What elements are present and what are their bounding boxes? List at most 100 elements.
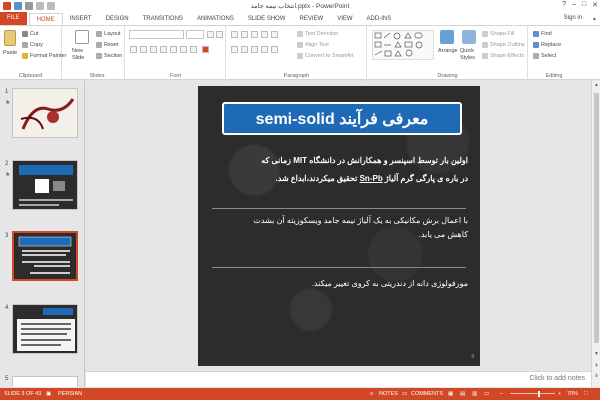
- shape-outline-button[interactable]: Shape Outline: [482, 42, 525, 48]
- shadow-icon[interactable]: [160, 46, 167, 53]
- align-right-icon[interactable]: [251, 46, 258, 53]
- close-icon[interactable]: ✕: [592, 1, 598, 9]
- shapes-gallery[interactable]: [372, 30, 434, 60]
- tab-review[interactable]: REVIEW: [293, 13, 331, 25]
- scroll-down-icon[interactable]: ▼: [593, 351, 600, 358]
- align-left-icon[interactable]: [231, 46, 238, 53]
- paste-button[interactable]: Paste: [3, 50, 17, 56]
- tab-file[interactable]: FILE: [0, 12, 27, 25]
- numbering-icon[interactable]: [241, 31, 248, 38]
- zoom-out-icon[interactable]: –: [500, 391, 503, 397]
- slide-thumbnail-selected[interactable]: [12, 231, 78, 281]
- italic-icon[interactable]: [140, 46, 147, 53]
- transition-star-icon: ★: [5, 172, 11, 178]
- proofing-icon[interactable]: ▣: [46, 391, 51, 397]
- find-button[interactable]: Find: [533, 31, 552, 37]
- cut-button[interactable]: Cut: [22, 31, 39, 37]
- new-slide-icon[interactable]: [75, 30, 89, 44]
- spacing-icon[interactable]: [180, 46, 187, 53]
- bold-icon[interactable]: [130, 46, 137, 53]
- tab-design[interactable]: DESIGN: [99, 13, 136, 25]
- tab-slide-show[interactable]: SLIDE SHOW: [241, 13, 293, 25]
- quick-styles-button[interactable]: Quick Styles: [460, 48, 480, 62]
- shape-fill-button[interactable]: Shape Fill: [482, 31, 514, 37]
- notes-pane[interactable]: Click to add notes: [86, 371, 591, 387]
- help-icon[interactable]: ?: [562, 1, 566, 9]
- change-case-icon[interactable]: [190, 46, 197, 53]
- replace-button[interactable]: Replace: [533, 42, 561, 48]
- vertical-scrollbar[interactable]: ▲ ▼ ⇞ ⇟: [591, 81, 600, 387]
- columns-icon[interactable]: [271, 46, 278, 53]
- bullets-icon[interactable]: [231, 31, 238, 38]
- grow-font-icon[interactable]: [207, 31, 214, 38]
- scroll-thumb[interactable]: [594, 93, 599, 343]
- increase-indent-icon[interactable]: [261, 31, 268, 38]
- ribbon-collapse-icon[interactable]: ▴: [593, 15, 596, 22]
- bullet-2-line-1[interactable]: با اعمال برش مکانیکی به یک آلیاژ نیمه جا…: [253, 214, 468, 228]
- font-size-field[interactable]: [186, 30, 204, 39]
- arrange-icon[interactable]: [440, 30, 454, 44]
- bullet-1-line-2[interactable]: در باره ی پارگی گرم آلیاژ Sn-Pb تحقیق می…: [276, 172, 468, 186]
- arrange-button[interactable]: Arrange: [438, 48, 458, 54]
- reading-view-icon[interactable]: ▥: [472, 391, 477, 397]
- paste-icon[interactable]: [4, 30, 16, 46]
- current-slide[interactable]: معرفی فرآیند semi-solid اولین بار توسط ا…: [198, 86, 480, 366]
- slide-thumbnail[interactable]: [12, 304, 78, 354]
- scroll-up-icon[interactable]: ▲: [593, 82, 600, 89]
- align-text-button[interactable]: Align Text: [297, 42, 329, 48]
- normal-view-icon[interactable]: ▦: [448, 391, 453, 397]
- copy-button[interactable]: Copy: [22, 42, 43, 48]
- decrease-indent-icon[interactable]: [251, 31, 258, 38]
- slide-title[interactable]: معرفی فرآیند semi-solid: [222, 102, 462, 135]
- notes-placeholder[interactable]: Click to add notes: [529, 375, 585, 382]
- slide-thumbnail[interactable]: [12, 376, 78, 387]
- reset-button[interactable]: Reset: [96, 42, 118, 48]
- tab-add-ins[interactable]: ADD-INS: [360, 13, 399, 25]
- font-color-icon[interactable]: [202, 46, 209, 53]
- layout-button[interactable]: Layout: [96, 31, 121, 37]
- slide-sorter-icon[interactable]: ▤: [460, 391, 465, 397]
- tab-home[interactable]: HOME: [28, 13, 63, 25]
- justify-icon[interactable]: [261, 46, 268, 53]
- sign-in-link[interactable]: Sign in: [564, 15, 582, 21]
- line-spacing-icon[interactable]: [271, 31, 278, 38]
- quick-styles-icon[interactable]: [462, 30, 476, 44]
- slideshow-view-icon[interactable]: ▭: [484, 391, 489, 397]
- bullet-1-line-1[interactable]: اولین بار توسط اسپنسر و همکارانش در دانش…: [261, 154, 468, 168]
- fit-to-window-icon[interactable]: ⛶: [584, 391, 588, 398]
- thumb-number: 2: [5, 161, 9, 167]
- zoom-in-icon[interactable]: +: [558, 391, 561, 397]
- zoom-slider-track[interactable]: [510, 393, 555, 394]
- zoom-level[interactable]: 70%: [567, 391, 578, 397]
- next-slide-icon[interactable]: ⇟: [593, 373, 600, 380]
- strikethrough-icon[interactable]: [170, 46, 177, 53]
- tab-animations[interactable]: ANIMATIONS: [190, 13, 241, 25]
- font-family-field[interactable]: [129, 30, 184, 39]
- notes-toggle[interactable]: NOTES: [379, 391, 398, 397]
- previous-slide-icon[interactable]: ⇞: [593, 363, 600, 370]
- slide-thumbnail-pane[interactable]: 1 ★ 2 ★ 3 4 5: [0, 81, 85, 387]
- comments-toggle[interactable]: COMMENTS: [411, 391, 443, 397]
- tab-view[interactable]: VIEW: [330, 13, 359, 25]
- align-center-icon[interactable]: [241, 46, 248, 53]
- convert-smartart-button[interactable]: Convert to SmartArt: [297, 53, 354, 59]
- font-group: Font: [126, 26, 226, 81]
- zoom-slider-thumb[interactable]: [538, 391, 540, 397]
- slide-thumbnail[interactable]: [12, 160, 78, 210]
- bullet-2-line-2[interactable]: کاهش می یابد.: [419, 228, 468, 242]
- underline-icon[interactable]: [150, 46, 157, 53]
- new-slide-button[interactable]: New Slide: [72, 48, 94, 62]
- shrink-font-icon[interactable]: [216, 31, 223, 38]
- slide-thumbnail[interactable]: [12, 88, 78, 138]
- tab-insert[interactable]: INSERT: [63, 13, 99, 25]
- bullet-3[interactable]: مورفولوژی دانه از دندریتی به کروی تغییر …: [312, 277, 468, 291]
- select-button[interactable]: Select: [533, 53, 556, 59]
- maximize-icon[interactable]: □: [582, 1, 586, 9]
- minimize-icon[interactable]: –: [572, 1, 576, 9]
- tab-transitions[interactable]: TRANSITIONS: [136, 13, 190, 25]
- text-direction-button[interactable]: Text Direction: [297, 31, 338, 37]
- shape-effects-button[interactable]: Shape Effects: [482, 53, 524, 59]
- language-indicator[interactable]: PERSIAN: [58, 391, 82, 397]
- format-painter-button[interactable]: Format Painter: [22, 53, 66, 59]
- section-button[interactable]: Section: [96, 53, 122, 59]
